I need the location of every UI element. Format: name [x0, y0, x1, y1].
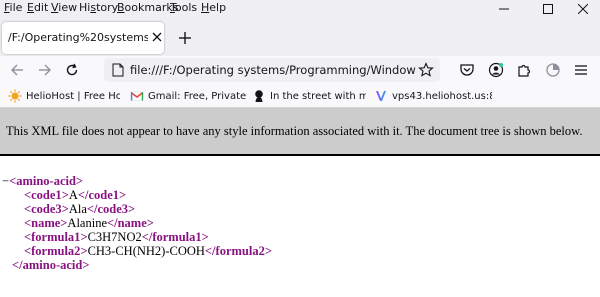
- bookmark-label: vps43.heliohost.us:808...: [392, 90, 492, 102]
- bookmark-label: HelioHost | Free Hosti...: [26, 90, 120, 102]
- back-button[interactable]: [8, 61, 26, 79]
- forward-button[interactable]: [36, 61, 54, 79]
- xml-root-close: </amino-acid>: [12, 258, 90, 272]
- tab-title: /F:/Operating%20systems/Programm: [8, 31, 148, 44]
- menu-tools[interactable]: Tools: [170, 1, 197, 15]
- extensions-button[interactable]: [515, 61, 533, 79]
- menu-file[interactable]: File: [4, 1, 22, 15]
- xml-style-info-banner: This XML file does not appear to have an…: [0, 108, 600, 156]
- puzzle-icon: [518, 64, 531, 77]
- reload-button[interactable]: [63, 61, 81, 79]
- silhouette-icon: [255, 90, 263, 102]
- tab-active[interactable]: /F:/Operating%20systems/Programm: [2, 22, 164, 54]
- vps-icon: [376, 91, 386, 101]
- close-window-button[interactable]: [566, 0, 600, 18]
- maximize-button[interactable]: [531, 0, 565, 18]
- firefox-view-button[interactable]: [544, 61, 562, 79]
- url-bar[interactable]: file:///F:/Operating systems/Programming…: [104, 58, 440, 82]
- tab-close-icon[interactable]: [151, 31, 163, 43]
- account-button[interactable]: [487, 61, 505, 79]
- bookmark-star-icon[interactable]: [418, 62, 434, 78]
- xml-element-formula1: <formula1>C3H7NO2</formula1>: [24, 230, 209, 244]
- close-icon: [578, 4, 588, 14]
- bookmark-gmail[interactable]: Gmail: Free, Private & ...: [130, 88, 246, 104]
- bookmark-in-the-street[interactable]: In the street with my l...: [252, 88, 366, 104]
- account-icon: [488, 62, 504, 78]
- bookmarks-toolbar: HelioHost | Free Hosti... Gmail: Free, P…: [0, 84, 600, 108]
- bookmark-vps43[interactable]: vps43.heliohost.us:808...: [374, 88, 492, 104]
- minimize-icon: [499, 8, 509, 10]
- xml-element-code3: <code3>Ala</code3>: [24, 202, 136, 216]
- minimize-button[interactable]: [487, 0, 521, 18]
- url-text: file:///F:/Operating systems/Programming…: [130, 63, 416, 77]
- menu-help[interactable]: Help: [201, 1, 226, 15]
- xml-element-formula2: <formula2>CH3-CH(NH2)-COOH</formula2>: [24, 244, 272, 258]
- xml-root-open: −<amino-acid>: [2, 174, 84, 188]
- gmail-icon: [130, 91, 144, 101]
- bookmark-label: Gmail: Free, Private & ...: [148, 90, 246, 102]
- pocket-button[interactable]: [458, 61, 476, 79]
- menu-history[interactable]: History: [79, 1, 118, 15]
- firefox-view-icon: [546, 63, 560, 77]
- heliohost-icon: [8, 89, 22, 103]
- menu-view[interactable]: View: [51, 1, 77, 15]
- menu-edit[interactable]: Edit: [27, 1, 48, 15]
- pocket-icon: [460, 64, 474, 76]
- xml-info-message: This XML file does not appear to have an…: [6, 124, 583, 138]
- bookmark-heliohost[interactable]: HelioHost | Free Hosti...: [8, 88, 120, 104]
- menu-bar: File Edit View History Bookmarks Tools H…: [0, 0, 600, 18]
- forward-arrow-icon: [39, 64, 51, 76]
- xml-element-code1: <code1>A</code1>: [24, 188, 127, 202]
- back-arrow-icon: [11, 64, 23, 76]
- page-icon: [112, 63, 124, 77]
- app-menu-button[interactable]: [572, 61, 590, 79]
- bookmark-label: In the street with my l...: [270, 90, 366, 102]
- reload-icon: [66, 63, 78, 76]
- collapse-toggle[interactable]: −: [2, 174, 9, 188]
- hamburger-menu-icon: [575, 65, 587, 75]
- new-tab-icon[interactable]: [176, 29, 194, 47]
- maximize-icon: [543, 4, 553, 14]
- xml-element-name: <name>Alanine</name>: [24, 216, 154, 230]
